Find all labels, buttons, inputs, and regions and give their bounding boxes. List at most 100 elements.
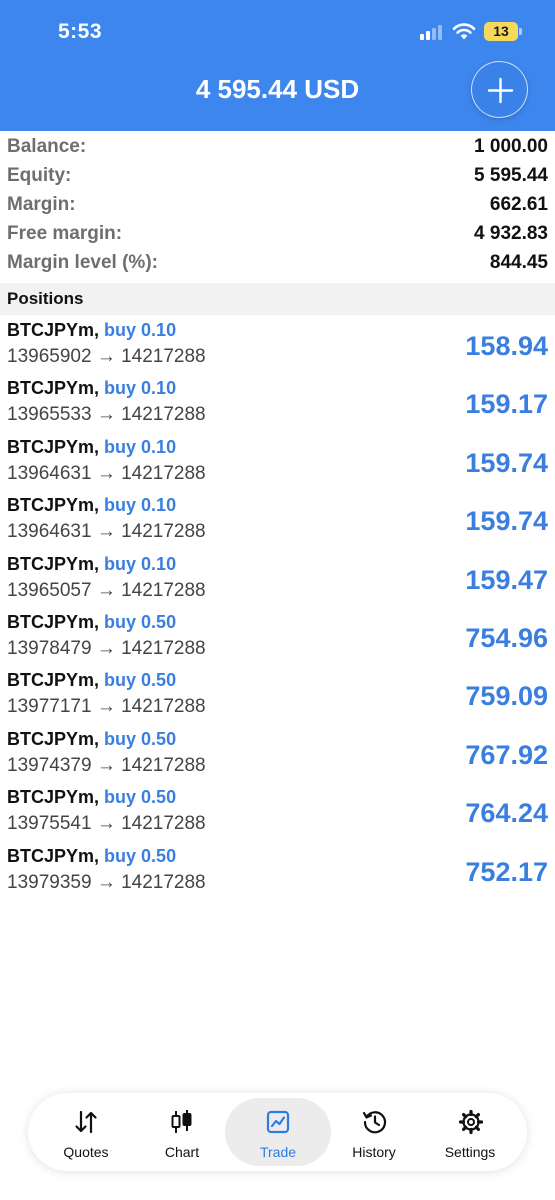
tab-quotes[interactable]: Quotes [33, 1098, 139, 1166]
position-profit: 759.09 [465, 681, 548, 712]
position-prices: 13975541 → 14217288 [7, 813, 206, 835]
position-prices: 13979359 → 14217288 [7, 871, 206, 893]
position-row[interactable]: BTCJPYm, buy 0.50 13979359 → 14217288 75… [0, 842, 555, 900]
summary-label: Equity: [7, 165, 72, 186]
summary-value: 662.61 [489, 194, 548, 215]
position-profit: 159.47 [465, 564, 548, 595]
positions-list: BTCJPYm, buy 0.10 13965902 → 14217288 15… [0, 316, 555, 900]
summary-row-equity: Equity: 5 595.44 [0, 160, 555, 189]
summary-value: 1 000.00 [474, 136, 548, 157]
tab-chart[interactable]: Chart [129, 1098, 235, 1166]
position-prices: 13964631 → 14217288 [7, 462, 206, 484]
cellular-signal-icon [420, 24, 446, 40]
status-bar: 5:53 13 [0, 0, 555, 62]
position-side: buy 0.10 [104, 378, 177, 399]
tab-label: Quotes [63, 1144, 109, 1160]
summary-row-balance: Balance: 1 000.00 [0, 131, 555, 160]
position-prices: 13974379 → 14217288 [7, 754, 206, 776]
position-side: buy 0.50 [104, 787, 177, 808]
position-title: BTCJPYm, buy 0.10 [7, 320, 176, 341]
position-row[interactable]: BTCJPYm, buy 0.50 13978479 → 14217288 75… [0, 608, 555, 666]
position-title: BTCJPYm, buy 0.50 [7, 729, 176, 750]
position-row[interactable]: BTCJPYm, buy 0.10 13964631 → 14217288 15… [0, 433, 555, 491]
position-symbol: BTCJPYm, [7, 787, 100, 808]
summary-row-free-margin: Free margin: 4 932.83 [0, 218, 555, 247]
position-title: BTCJPYm, buy 0.10 [7, 437, 176, 458]
position-side: buy 0.10 [104, 553, 177, 574]
summary-row-margin: Margin: 662.61 [0, 189, 555, 218]
position-prices: 13964631 → 14217288 [7, 521, 206, 543]
position-symbol: BTCJPYm, [7, 553, 100, 574]
trade-icon [266, 1110, 290, 1134]
position-side: buy 0.50 [104, 670, 177, 691]
position-title: BTCJPYm, buy 0.10 [7, 495, 176, 516]
position-profit: 767.92 [465, 739, 548, 770]
position-prices: 13965902 → 14217288 [7, 346, 206, 367]
position-side: buy 0.10 [104, 495, 177, 516]
position-profit: 159.74 [465, 447, 548, 478]
position-symbol: BTCJPYm, [7, 320, 100, 340]
position-symbol: BTCJPYm, [7, 611, 100, 632]
tab-history[interactable]: History [321, 1098, 427, 1166]
position-symbol: BTCJPYm, [7, 436, 100, 457]
position-symbol: BTCJPYm, [7, 728, 100, 749]
position-side: buy 0.10 [104, 436, 177, 457]
position-symbol: BTCJPYm, [7, 378, 100, 399]
chart-icon [171, 1110, 192, 1133]
position-symbol: BTCJPYm, [7, 670, 100, 691]
summary-label: Balance: [7, 136, 87, 157]
position-title: BTCJPYm, buy 0.50 [7, 846, 176, 867]
account-summary: Balance: 1 000.00 Equity: 5 595.44 Margi… [0, 131, 555, 276]
position-profit: 754.96 [465, 622, 548, 653]
tab-label: History [352, 1144, 396, 1160]
position-row[interactable]: BTCJPYm, buy 0.50 13975541 → 14217288 76… [0, 783, 555, 841]
tab-trade[interactable]: Trade [225, 1098, 331, 1166]
battery-icon: 13 [484, 22, 518, 41]
tab-settings[interactable]: Settings [417, 1098, 523, 1166]
bottom-tab-bar: Quotes Chart Trade History Settings [28, 1093, 527, 1171]
position-row[interactable]: BTCJPYm, buy 0.10 13965057 → 14217288 15… [0, 550, 555, 608]
summary-label: Margin: [7, 194, 76, 215]
position-symbol: BTCJPYm, [7, 495, 100, 516]
position-profit: 159.74 [465, 506, 548, 537]
position-prices: 13977171 → 14217288 [7, 696, 206, 718]
position-profit: 159.17 [465, 389, 548, 420]
position-row[interactable]: BTCJPYm, buy 0.50 13974379 → 14217288 76… [0, 725, 555, 783]
position-row[interactable]: BTCJPYm, buy 0.10 13964631 → 14217288 15… [0, 491, 555, 549]
app-header: 5:53 13 4 595.44 USD [0, 0, 555, 131]
position-title: BTCJPYm, buy 0.10 [7, 554, 176, 575]
plus-icon [487, 77, 514, 104]
position-side: buy 0.50 [104, 845, 177, 866]
positions-section-header: Positions [0, 283, 555, 315]
history-icon [362, 1111, 387, 1134]
position-row[interactable]: BTCJPYm, buy 0.10 13965902 → 14217288 15… [0, 316, 555, 374]
position-row[interactable]: BTCJPYm, buy 0.50 13977171 → 14217288 75… [0, 666, 555, 724]
summary-row-margin-level: Margin level (%): 844.45 [0, 247, 555, 276]
tab-label: Trade [259, 1144, 297, 1160]
position-row[interactable]: BTCJPYm, buy 0.10 13965533 → 14217288 15… [0, 374, 555, 432]
position-prices: 13965057 → 14217288 [7, 579, 206, 601]
position-title: BTCJPYm, buy 0.10 [7, 378, 176, 399]
status-time: 5:53 [58, 20, 103, 43]
position-side: buy 0.10 [104, 320, 177, 340]
summary-label: Free margin: [7, 223, 123, 244]
position-profit: 158.94 [465, 331, 548, 361]
new-order-button[interactable] [471, 61, 528, 118]
position-title: BTCJPYm, buy 0.50 [7, 787, 176, 808]
summary-label: Margin level (%): [7, 252, 158, 273]
position-side: buy 0.50 [104, 611, 177, 632]
summary-value: 844.45 [489, 252, 548, 273]
settings-icon [458, 1109, 484, 1135]
tab-label: Settings [444, 1144, 496, 1160]
position-profit: 752.17 [465, 856, 548, 887]
summary-value: 4 932.83 [474, 223, 548, 244]
position-prices: 13978479 → 14217288 [7, 637, 206, 659]
summary-value: 5 595.44 [474, 165, 548, 186]
position-symbol: BTCJPYm, [7, 845, 100, 866]
position-title: BTCJPYm, buy 0.50 [7, 612, 176, 633]
position-profit: 764.24 [465, 798, 548, 829]
position-prices: 13965533 → 14217288 [7, 404, 206, 426]
position-title: BTCJPYm, buy 0.50 [7, 670, 176, 691]
wifi-icon [452, 23, 476, 40]
quotes-icon [75, 1110, 97, 1134]
